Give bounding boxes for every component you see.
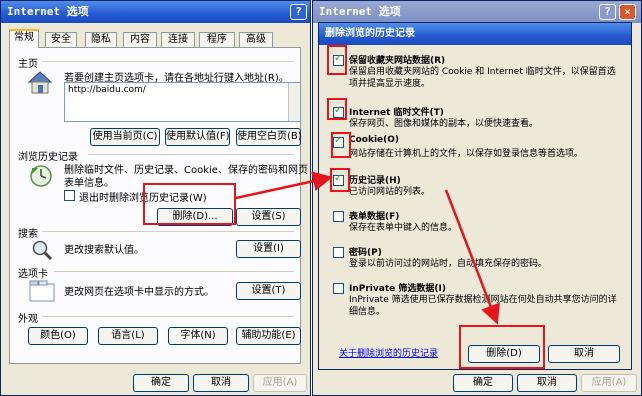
delete-on-exit-checkbox[interactable]: [64, 190, 75, 201]
highlight-dialog-delete: [459, 325, 545, 369]
highlight-option-history: [330, 168, 350, 192]
option-desc-4: 保存在表单中键入的信息。: [349, 223, 458, 233]
option-desc-6: InPrivate 筛选使用已保存数据检测网站在何处自动共享您访问的详细信息。: [349, 295, 617, 317]
url-scrollbar[interactable]: [288, 83, 300, 121]
home-divider: [42, 61, 294, 62]
magnifier-icon: [31, 239, 53, 261]
option-label-1: Internet 临时文件(T): [349, 108, 444, 118]
appearance-divider: [42, 316, 294, 317]
history-desc-2: 表单信息。: [64, 178, 114, 189]
colors-button[interactable]: 颜色(O): [28, 327, 88, 345]
left-window-titlebar: Internet 选项 ?: [1, 1, 310, 23]
tab-privacy[interactable]: 隐私: [85, 32, 117, 47]
right-close-icon[interactable]: ✕: [619, 4, 636, 20]
option-desc-2: 网站存储在计算机上的文件，以保存如登录信息等首选项。: [349, 149, 584, 159]
tabs-desc: 更改网页在选项卡中显示的方式。: [64, 287, 214, 298]
option-label-3: 历史记录(H): [349, 176, 401, 186]
right-apply-button[interactable]: 应用(A): [581, 374, 637, 392]
option-desc-3: 已访问网站的列表。: [349, 187, 431, 197]
right-ok-button[interactable]: 确定: [453, 374, 513, 392]
highlight-option-cookies: [331, 132, 351, 158]
highlight-history-delete: [143, 183, 236, 225]
left-window-title: Internet 选项: [7, 5, 89, 18]
home-url-box[interactable]: http://baidu.com/: [64, 82, 301, 122]
history-settings-button[interactable]: 设置(S): [236, 208, 301, 226]
use-current-button[interactable]: 使用当前页(C): [90, 128, 160, 146]
tabs-divider: [54, 271, 294, 272]
use-default-button[interactable]: 使用默认值(F): [165, 128, 230, 146]
tabs-heading: 选项卡: [18, 269, 48, 280]
option-label-6: InPrivate 筛选数据(I): [349, 284, 446, 294]
option-checkbox-4[interactable]: [333, 211, 344, 222]
accessibility-button[interactable]: 辅助功能(E): [236, 327, 301, 345]
tab-content[interactable]: 内容: [123, 32, 157, 47]
left-cancel-button[interactable]: 取消: [193, 374, 249, 392]
highlight-option-favorites: [327, 45, 347, 75]
search-desc: 更改搜索默认值。: [64, 245, 144, 256]
languages-button[interactable]: 语言(L): [98, 327, 158, 345]
house-icon: [27, 70, 53, 94]
option-label-2: Cookie(O): [349, 135, 400, 145]
appearance-heading: 外观: [18, 314, 38, 325]
home-heading: 主页: [18, 59, 38, 70]
left-apply-button[interactable]: 应用(A): [253, 374, 307, 392]
search-settings-button[interactable]: 设置(I): [236, 240, 301, 258]
search-heading: 搜索: [18, 229, 38, 240]
option-desc-5: 登录以前访问过的网站时，自动填充保存的密码。: [349, 259, 548, 269]
tab-programs[interactable]: 程序: [199, 32, 235, 47]
help-icon[interactable]: ?: [290, 4, 307, 20]
search-divider: [42, 231, 294, 232]
option-label-4: 表单数据(F): [349, 212, 400, 222]
tabbed-window-icon: [29, 280, 55, 302]
right-help-icon[interactable]: ?: [599, 4, 616, 20]
dialog-cancel-button[interactable]: 取消: [548, 345, 620, 363]
use-blank-button[interactable]: 使用空白页(B): [236, 128, 302, 146]
tab-advanced[interactable]: 高级: [239, 32, 273, 47]
tabs-settings-button[interactable]: 设置(T): [236, 282, 301, 300]
dialog-titlebar: 删除浏览的历史记录: [319, 23, 631, 45]
right-window-title: Internet 选项: [319, 5, 401, 18]
tab-connections[interactable]: 连接: [161, 32, 195, 47]
tab-general[interactable]: 常规: [9, 29, 39, 48]
tab-security[interactable]: 安全: [45, 32, 77, 47]
delete-history-dialog: 删除浏览的历史记录 保留收藏夹网站数据(R)保留启用收藏夹网站的 Cookie …: [318, 22, 632, 370]
option-desc-1: 保存网页、图像和媒体的副本，以便快速查看。: [349, 119, 539, 129]
option-checkbox-6[interactable]: [333, 283, 344, 294]
right-window-titlebar: Internet 选项 ? ✕: [313, 1, 641, 23]
right-cancel-button[interactable]: 取消: [517, 374, 577, 392]
fonts-button[interactable]: 字体(N): [168, 327, 228, 345]
dialog-title: 删除浏览的历史记录: [325, 28, 415, 39]
option-desc-0: 保留启用收藏夹网站的 Cookie 和 Internet 临时文件，以保留首选项…: [349, 67, 616, 89]
highlight-option-temp-files: [327, 98, 347, 120]
about-delete-history-link[interactable]: 关于删除浏览的历史记录: [339, 346, 438, 359]
home-url-value: http://baidu.com/: [68, 85, 146, 95]
option-checkbox-5[interactable]: [333, 247, 344, 258]
option-label-5: 密码(P): [349, 248, 382, 258]
history-clock-icon: [29, 164, 53, 188]
option-label-0: 保留收藏夹网站数据(R): [349, 56, 446, 66]
left-ok-button[interactable]: 确定: [133, 374, 189, 392]
history-divider: [88, 154, 294, 155]
